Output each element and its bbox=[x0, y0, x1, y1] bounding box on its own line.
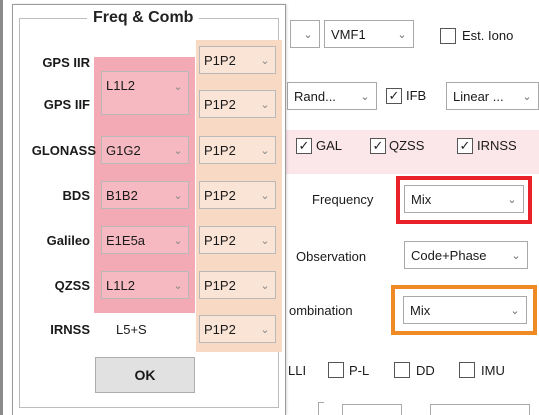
gps-freq-combo[interactable]: L1L2 ⌄ bbox=[101, 71, 189, 115]
system-label-bds: BDS bbox=[62, 188, 90, 203]
est-iono-checkbox[interactable] bbox=[440, 28, 456, 44]
observation-label: Observation bbox=[296, 249, 367, 264]
chevron-down-icon: ⌄ bbox=[260, 98, 270, 111]
irnss-label: IRNSS bbox=[477, 138, 517, 153]
system-label-qzss: QZSS bbox=[54, 278, 90, 293]
bottom-partial-field-2[interactable] bbox=[342, 404, 402, 415]
chevron-down-icon: ⌄ bbox=[360, 90, 370, 103]
dd-checkbox[interactable] bbox=[394, 362, 410, 378]
ok-button[interactable]: OK bbox=[95, 357, 195, 393]
background-combo-rand[interactable]: Rand... ⌄ bbox=[287, 82, 377, 110]
bottom-partial-field-1[interactable] bbox=[318, 402, 324, 415]
chevron-down-icon: ⌄ bbox=[510, 304, 520, 317]
gps-iir-comb-combo[interactable]: P1P2 ⌄ bbox=[199, 46, 276, 74]
bds-comb-combo[interactable]: P1P2 ⌄ bbox=[199, 181, 276, 209]
pl-label: P-L bbox=[349, 363, 370, 378]
glonass-freq-combo[interactable]: G1G2 ⌄ bbox=[101, 136, 189, 164]
chevron-down-icon: ⌄ bbox=[397, 28, 407, 41]
background-combo-linear[interactable]: Linear ... ⌄ bbox=[446, 82, 539, 110]
system-label-gps-iir: GPS IIR bbox=[42, 55, 90, 70]
galileo-comb-combo[interactable]: P1P2 ⌄ bbox=[199, 226, 276, 254]
qzss-freq-combo[interactable]: L1L2 ⌄ bbox=[101, 271, 189, 299]
est-iono-label: Est. Iono bbox=[462, 28, 514, 43]
chevron-down-icon: ⌄ bbox=[173, 144, 183, 157]
chevron-down-icon: ⌄ bbox=[173, 279, 183, 292]
combination-combo[interactable]: Mix ⌄ bbox=[403, 296, 527, 324]
ifb-label: IFB bbox=[406, 88, 427, 103]
chevron-down-icon: ⌄ bbox=[173, 189, 183, 202]
imu-checkbox[interactable] bbox=[459, 362, 475, 378]
irnss-checkbox[interactable]: ✓ bbox=[457, 138, 473, 154]
dialog-title: Freq & Comb bbox=[87, 9, 200, 27]
system-label-gps-iif: GPS IIF bbox=[43, 97, 90, 112]
chevron-down-icon: ⌄ bbox=[260, 323, 270, 336]
combination-label: ombination bbox=[289, 303, 353, 318]
glonass-comb-combo[interactable]: P1P2 ⌄ bbox=[199, 136, 276, 164]
pl-checkbox[interactable] bbox=[328, 362, 344, 378]
chevron-down-icon: ⌄ bbox=[260, 234, 270, 247]
frequency-combo[interactable]: Mix ⌄ bbox=[404, 185, 524, 213]
gps-iif-comb-combo[interactable]: P1P2 ⌄ bbox=[199, 90, 276, 118]
troposphere-model-combo[interactable]: VMF1 ⌄ bbox=[324, 20, 414, 48]
gal-label: GAL bbox=[316, 138, 343, 153]
system-label-glonass: GLONASS bbox=[31, 143, 96, 158]
chevron-down-icon: ⌄ bbox=[260, 54, 270, 67]
gal-checkbox[interactable]: ✓ bbox=[296, 138, 312, 154]
chevron-down-icon: ⌄ bbox=[173, 80, 183, 93]
qzss-comb-combo[interactable]: P1P2 ⌄ bbox=[199, 271, 276, 299]
system-label-galileo: Galileo bbox=[46, 233, 90, 248]
left-window-border bbox=[0, 0, 3, 415]
irnss-freq-value: L5+S bbox=[116, 322, 147, 337]
observation-combo[interactable]: Code+Phase ⌄ bbox=[404, 241, 528, 269]
chevron-down-icon: ⌄ bbox=[260, 279, 270, 292]
chevron-down-icon: ⌄ bbox=[173, 234, 183, 247]
chevron-down-icon: ⌄ bbox=[522, 90, 532, 103]
ok-button-label: OK bbox=[134, 367, 156, 383]
irnss-comb-combo[interactable]: P1P2 ⌄ bbox=[199, 315, 276, 343]
system-label-irnss: IRNSS bbox=[50, 322, 90, 337]
background-combo-1[interactable]: ⌄ bbox=[290, 20, 320, 48]
chevron-down-icon: ⌄ bbox=[260, 189, 270, 202]
dd-label: DD bbox=[416, 363, 435, 378]
imu-label: IMU bbox=[481, 363, 505, 378]
chevron-down-icon: ⌄ bbox=[303, 28, 313, 41]
ifb-checkbox[interactable]: ✓ bbox=[386, 88, 402, 104]
chevron-down-icon: ⌄ bbox=[260, 144, 270, 157]
qzss-checkbox[interactable]: ✓ bbox=[370, 138, 386, 154]
frequency-label: Frequency bbox=[312, 192, 374, 207]
qzss-label: QZSS bbox=[389, 138, 425, 153]
bds-freq-combo[interactable]: B1B2 ⌄ bbox=[101, 181, 189, 209]
chevron-down-icon: ⌄ bbox=[511, 249, 521, 262]
chevron-down-icon: ⌄ bbox=[507, 193, 517, 206]
bottom-partial-field-3[interactable] bbox=[430, 404, 530, 415]
lli-label: LLI bbox=[288, 363, 307, 378]
galileo-freq-combo[interactable]: E1E5a ⌄ bbox=[101, 226, 189, 254]
